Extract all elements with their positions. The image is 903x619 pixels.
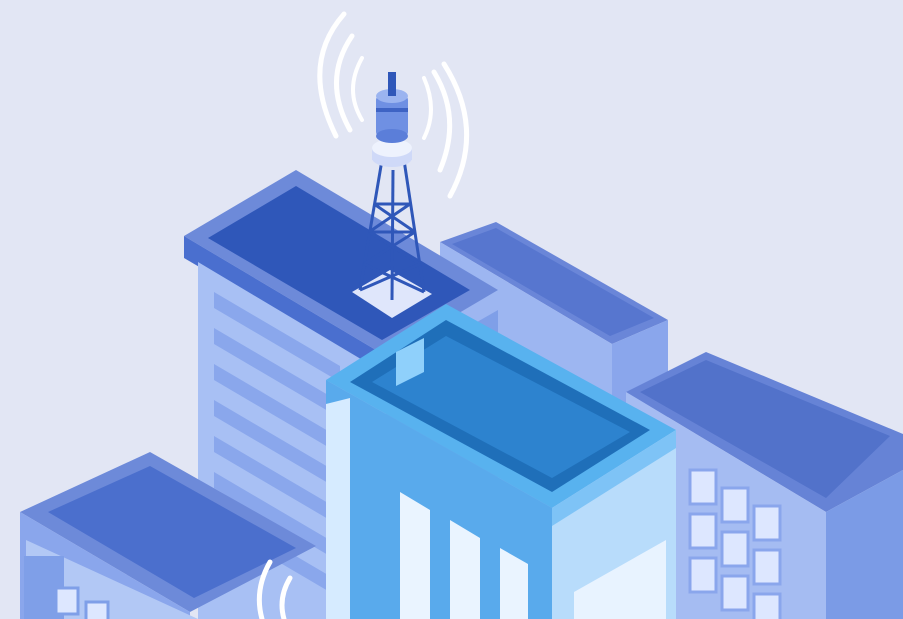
- isometric-city-illustration: [0, 0, 903, 619]
